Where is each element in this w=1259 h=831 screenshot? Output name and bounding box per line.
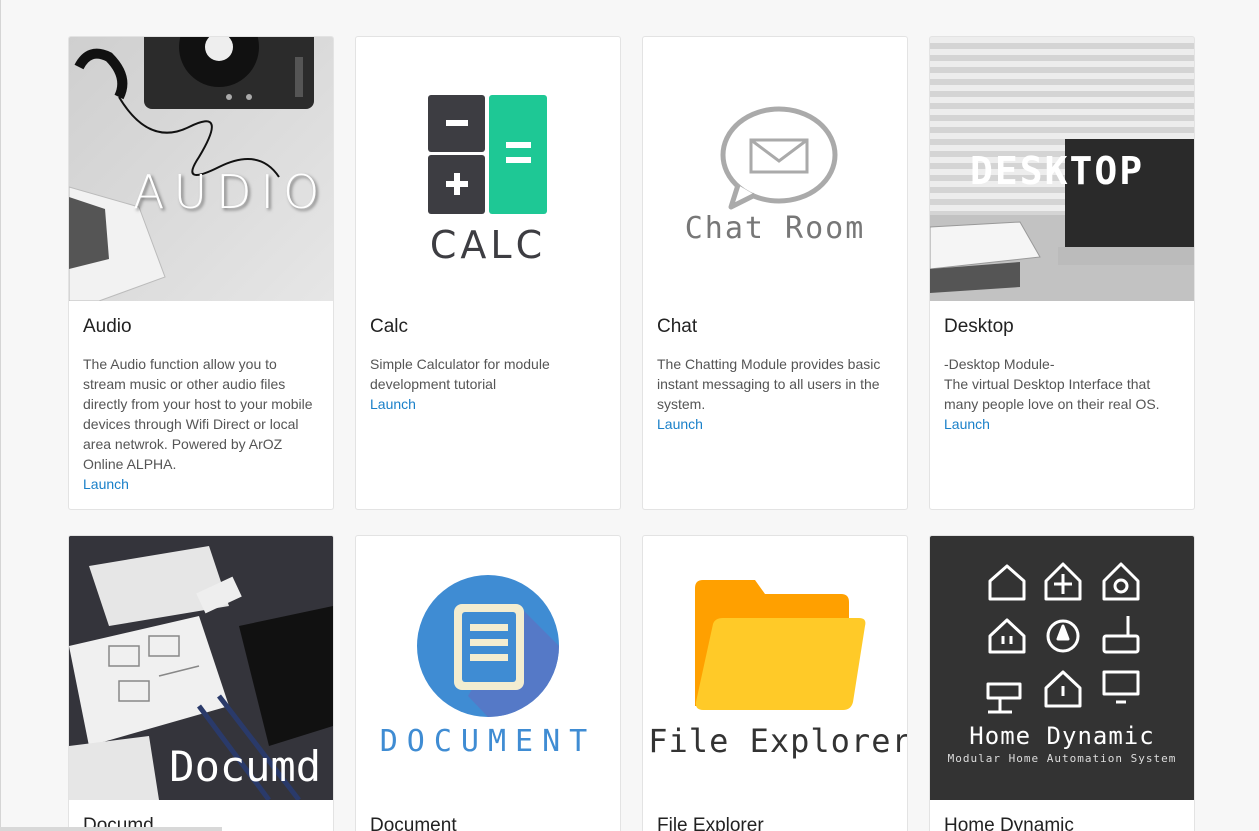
card-description: -Desktop Module- The virtual Desktop Int…: [944, 356, 1160, 412]
desktop-logo-text: DESKTOP: [970, 149, 1145, 193]
documd-thumbnail[interactable]: Documd: [69, 536, 333, 800]
chat-bubble-icon: [720, 106, 838, 210]
module-card-desktop[interactable]: DESKTOP Desktop -Desktop Module- The vir…: [929, 36, 1195, 510]
module-card-file-explorer[interactable]: File Explorer File Explorer: [642, 535, 908, 831]
card-title: Calc: [370, 316, 409, 337]
documd-logo-text: Documd: [169, 742, 321, 791]
card-description: Simple Calculator for module development…: [370, 356, 550, 392]
launch-link[interactable]: Launch: [83, 474, 129, 494]
home-dynamic-logo-text: Home Dynamic: [969, 722, 1155, 750]
file-explorer-logo-text: File Explorer: [648, 722, 907, 760]
document-thumbnail[interactable]: DOCUMENT: [356, 536, 620, 800]
card-title: Chat: [657, 316, 698, 337]
card-title: File Explorer: [657, 815, 764, 831]
desktop-thumbnail[interactable]: DESKTOP: [930, 37, 1194, 301]
folder-icon: [695, 580, 866, 710]
card-description: The Audio function allow you to stream m…: [83, 356, 313, 472]
chat-logo-text: Chat Room: [684, 211, 866, 246]
card-title: Audio: [83, 316, 132, 337]
card-description: The Chatting Module provides basic insta…: [657, 356, 881, 412]
document-logo-icon: [417, 575, 559, 717]
card-title: Document: [370, 815, 457, 831]
calc-thumbnail[interactable]: CALC: [356, 37, 620, 301]
module-card-document[interactable]: DOCUMENT Document: [355, 535, 621, 831]
card-title: Home Dynamic: [944, 815, 1074, 831]
card-title: Desktop: [944, 316, 1014, 337]
horizontal-scrollbar[interactable]: [0, 827, 222, 831]
calc-logo-text: CALC: [429, 223, 547, 267]
module-card-home-dynamic[interactable]: Home Dynamic Modular Home Automation Sys…: [929, 535, 1195, 831]
module-card-documd[interactable]: Documd Documd: [68, 535, 334, 831]
window-left-edge: [0, 0, 1, 831]
launch-link[interactable]: Launch: [657, 414, 703, 434]
audio-thumb-label: AUDIO: [133, 165, 329, 219]
launch-link[interactable]: Launch: [944, 414, 990, 434]
module-card-chat[interactable]: Chat Room Chat The Chatting Module provi…: [642, 36, 908, 510]
module-card-calc[interactable]: CALC Calc Simple Calculator for module d…: [355, 36, 621, 510]
home-dynamic-logo-subtext: Modular Home Automation System: [947, 752, 1177, 765]
file-explorer-thumbnail[interactable]: File Explorer: [643, 536, 907, 800]
chat-thumbnail[interactable]: Chat Room: [643, 37, 907, 301]
module-card-audio[interactable]: AUDIO Audio The Audio function allow you…: [68, 36, 334, 510]
home-dynamic-thumbnail[interactable]: Home Dynamic Modular Home Automation Sys…: [930, 536, 1194, 800]
launch-link[interactable]: Launch: [370, 394, 416, 414]
document-logo-text: DOCUMENT: [379, 724, 597, 759]
audio-thumbnail[interactable]: AUDIO: [69, 37, 333, 301]
